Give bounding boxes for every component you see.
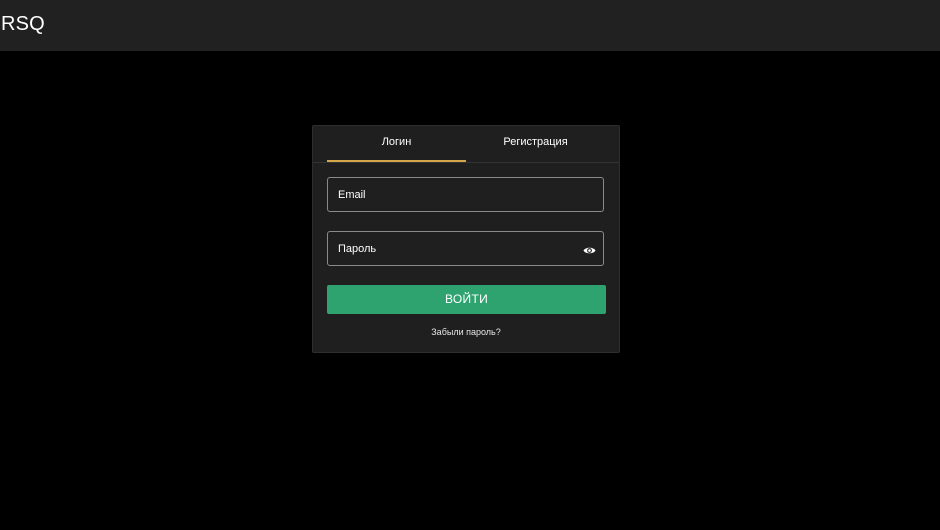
top-bar: RSQ bbox=[0, 0, 940, 51]
password-field[interactable] bbox=[328, 232, 603, 265]
eye-icon[interactable] bbox=[583, 243, 596, 254]
active-tab-indicator bbox=[327, 160, 466, 162]
tab-login[interactable]: Логин bbox=[327, 126, 466, 162]
brand-logo[interactable]: RSQ bbox=[1, 12, 45, 36]
tab-register[interactable]: Регистрация bbox=[466, 126, 605, 162]
login-card: Логин Регистрация ВОЙТИ Забыли пароль? bbox=[312, 125, 620, 353]
forgot-password-link[interactable]: Забыли пароль? bbox=[313, 327, 619, 337]
auth-tabs: Логин Регистрация bbox=[313, 126, 619, 163]
password-field-wrapper bbox=[327, 231, 604, 266]
login-button[interactable]: ВОЙТИ bbox=[327, 285, 606, 314]
email-field[interactable] bbox=[328, 178, 603, 211]
email-field-wrapper bbox=[327, 177, 604, 212]
